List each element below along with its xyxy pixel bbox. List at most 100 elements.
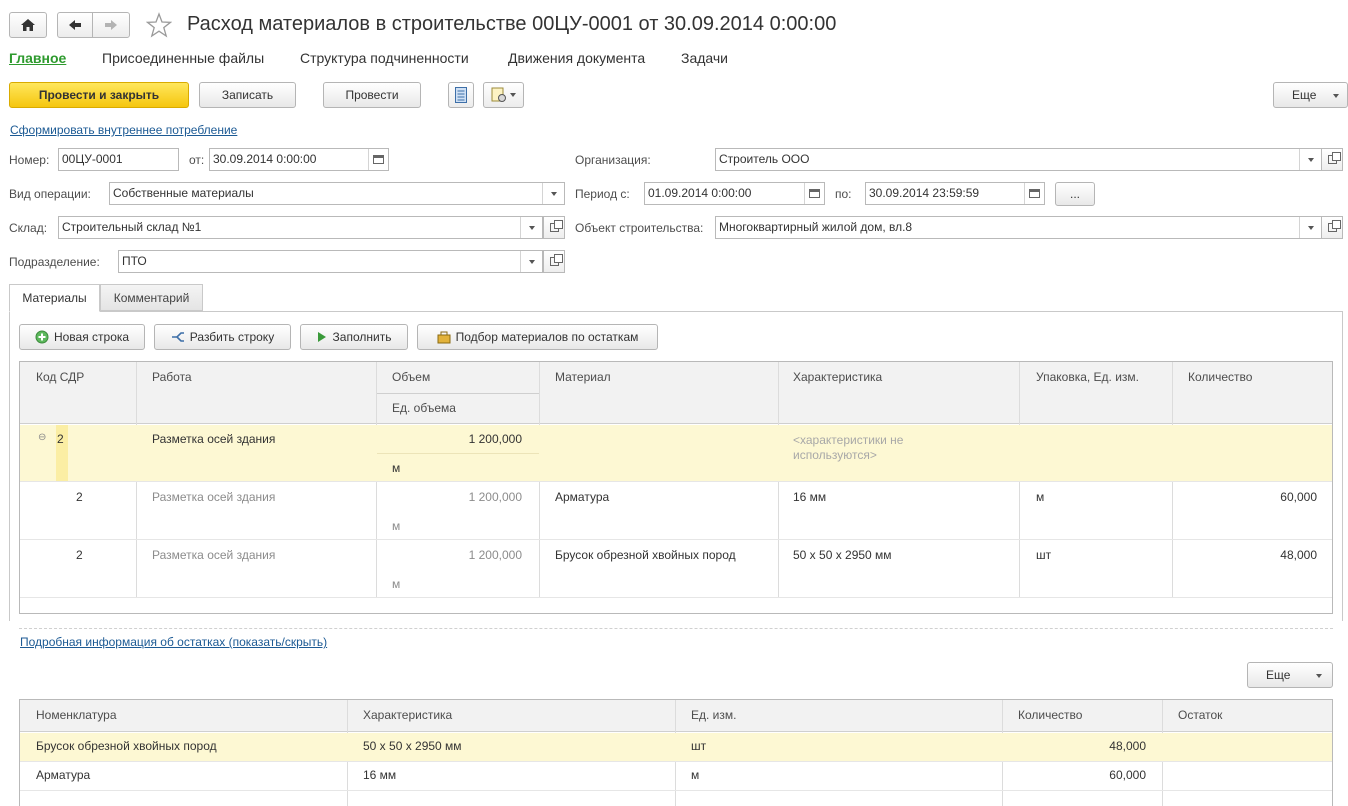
new-row-button[interactable]: Новая строка [19, 324, 145, 350]
period-from-field[interactable]: 01.09.2014 0:00:00 [644, 182, 825, 205]
cell-unit: шт [691, 739, 707, 753]
nav-tab-movements[interactable]: Движения документа [508, 50, 645, 66]
pick-materials-label: Подбор материалов по остаткам [455, 330, 639, 344]
table-row[interactable]: Брусок обрезной хвойных пород 50 х 50 х … [20, 733, 1332, 762]
cell-nomenclature: Брусок обрезной хвойных пород [36, 739, 217, 753]
number-field[interactable]: 00ЦУ-0001 [58, 148, 179, 171]
split-icon [171, 332, 184, 342]
operation-dropdown[interactable] [542, 183, 564, 204]
division-open-button[interactable] [543, 250, 565, 273]
tab-materials-label: Материалы [22, 291, 87, 305]
back-button[interactable] [57, 12, 93, 38]
object-label: Объект строительства: [575, 221, 704, 235]
fill-button[interactable]: Заполнить [300, 324, 408, 350]
table-row[interactable]: Арматура 16 мм м 60,000 [20, 762, 1332, 791]
number-label: Номер: [9, 153, 50, 167]
period-from-value: 01.09.2014 0:00:00 [648, 186, 752, 200]
period-select-button[interactable]: ... [1055, 182, 1095, 206]
cell-code: 2 [57, 432, 64, 446]
table-row[interactable]: 2 Разметка осей здания 1 200,000 м Армат… [20, 483, 1332, 540]
cell-volume: 1 200,000 [468, 548, 522, 562]
calendar-icon [1029, 189, 1040, 198]
save-button[interactable]: Записать [199, 82, 296, 108]
operation-label: Вид операции: [9, 187, 91, 201]
header-volume-unit: Ед. объема [392, 401, 456, 415]
division-label: Подразделение: [9, 255, 100, 269]
object-field[interactable]: Многоквартирный жилой дом, вл.8 [715, 216, 1322, 239]
cell-characteristic: 16 мм [793, 490, 827, 504]
cell-characteristic-placeholder-2: используются> [793, 448, 877, 462]
object-dropdown[interactable] [1299, 217, 1321, 238]
home-icon [21, 19, 35, 31]
section-divider [19, 628, 1333, 629]
date-field[interactable]: 30.09.2014 0:00:00 [209, 148, 389, 171]
organization-label: Организация: [575, 153, 651, 167]
operation-field[interactable]: Собственные материалы [109, 182, 565, 205]
favorite-star-icon[interactable] [146, 12, 172, 38]
cell-divider [377, 453, 539, 454]
cell-characteristic: 50 х 50 х 2950 мм [363, 739, 462, 753]
chevron-down-icon [528, 225, 535, 230]
chevron-down-icon [510, 93, 516, 97]
cell-unit: м [691, 768, 700, 782]
number-value: 00ЦУ-0001 [62, 152, 123, 166]
split-row-label: Разбить строку [189, 330, 275, 344]
cell-nomenclature: Арматура [36, 768, 91, 782]
organization-value: Строитель ООО [719, 152, 810, 166]
forward-button[interactable] [92, 12, 130, 38]
post-button[interactable]: Провести [323, 82, 421, 108]
stock-more-button[interactable]: Еще [1247, 662, 1333, 688]
tab-comment-label: Комментарий [113, 290, 190, 305]
home-button[interactable] [9, 12, 47, 38]
calendar-button[interactable] [1024, 183, 1044, 204]
chevron-down-icon [1307, 225, 1314, 230]
cell-material: Арматура [555, 490, 610, 504]
materials-table: Код СДР Работа Объем Ед. объема Материал… [19, 361, 1333, 614]
more-button-label: Еще [1292, 88, 1317, 102]
nav-tab-structure[interactable]: Структура подчиненности [300, 50, 469, 66]
organization-field[interactable]: Строитель ООО [715, 148, 1322, 171]
period-to-field[interactable]: 30.09.2014 23:59:59 [865, 182, 1045, 205]
organization-open-button[interactable] [1321, 148, 1343, 171]
cell-characteristic-placeholder: <характеристики не [793, 433, 904, 447]
calendar-button[interactable] [368, 149, 388, 170]
stock-header-characteristic: Характеристика [363, 708, 453, 722]
tab-comment[interactable]: Комментарий [100, 284, 203, 311]
nav-tab-tasks[interactable]: Задачи [681, 50, 728, 66]
stock-details-link[interactable]: Подробная информация об остатках (показа… [20, 635, 327, 649]
report-button[interactable] [448, 82, 474, 108]
pick-materials-button[interactable]: Подбор материалов по остаткам [417, 324, 658, 350]
cell-characteristic: 16 мм [363, 768, 397, 782]
tab-materials[interactable]: Материалы [9, 284, 100, 312]
cell-unit: м [392, 519, 401, 533]
warehouse-field[interactable]: Строительный склад №1 [58, 216, 543, 239]
table-row[interactable]: 2 Разметка осей здания 1 200,000 м Брусо… [20, 541, 1332, 598]
cell-qty: 60,000 [1109, 768, 1146, 782]
object-open-button[interactable] [1321, 216, 1343, 239]
stock-table: Номенклатура Характеристика Ед. изм. Кол… [19, 699, 1333, 806]
period-to-value: 30.09.2014 23:59:59 [869, 186, 980, 200]
print-menu-button[interactable] [483, 82, 524, 108]
calendar-button[interactable] [804, 183, 824, 204]
organization-dropdown[interactable] [1299, 149, 1321, 170]
collapse-icon[interactable]: ⊖ [38, 432, 46, 443]
header-qty: Количество [1188, 370, 1253, 384]
open-icon [549, 220, 563, 232]
internal-consumption-link[interactable]: Сформировать внутреннее потребление [10, 123, 237, 137]
warehouse-open-button[interactable] [543, 216, 565, 239]
stock-header-qty: Количество [1018, 708, 1083, 722]
warehouse-dropdown[interactable] [520, 217, 542, 238]
split-row-button[interactable]: Разбить строку [154, 324, 291, 350]
post-and-close-button[interactable]: Провести и закрыть [9, 82, 189, 108]
division-dropdown[interactable] [520, 251, 542, 272]
arrow-left-icon [69, 20, 81, 30]
nav-tab-main[interactable]: Главное [9, 50, 66, 66]
more-button[interactable]: Еще [1273, 82, 1348, 108]
table-row[interactable]: ⊖ 2 Разметка осей здания 1 200,000 м <ха… [20, 425, 1332, 482]
chevron-down-icon [1333, 94, 1339, 98]
division-field[interactable]: ПТО [118, 250, 543, 273]
chevron-down-icon [528, 259, 535, 264]
calendar-icon [809, 189, 820, 198]
nav-tab-files[interactable]: Присоединенные файлы [102, 50, 264, 66]
operation-value: Собственные материалы [113, 186, 254, 200]
